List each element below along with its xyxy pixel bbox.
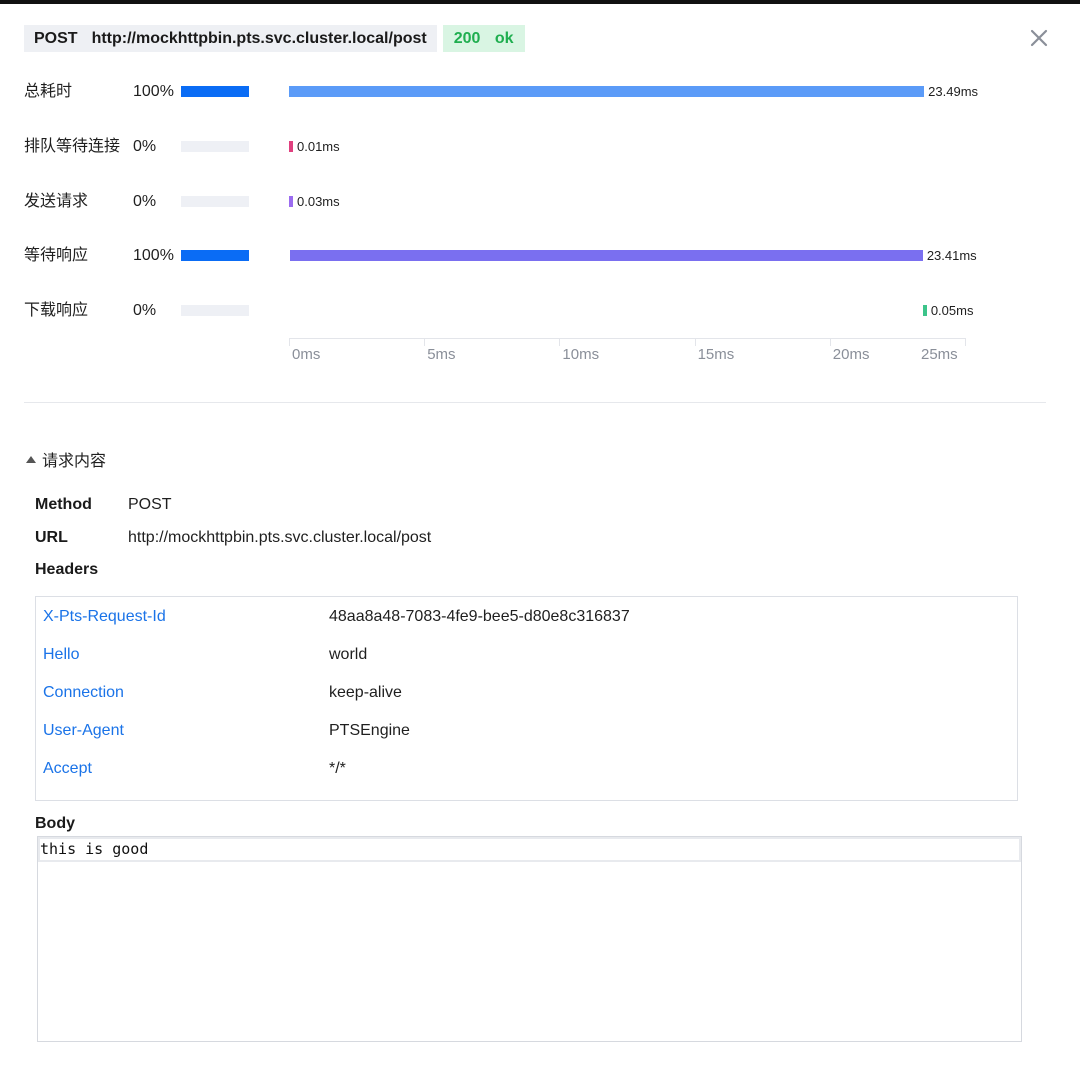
header-key[interactable]: User-Agent <box>43 721 124 741</box>
header-row: Hello world <box>36 645 1017 665</box>
request-summary: POST http://mockhttpbin.pts.svc.cluster.l… <box>24 25 525 52</box>
timeline-row-send: 发送请求 0% 0.03ms <box>0 192 1080 212</box>
axis-tick <box>289 338 290 346</box>
percent-bar-fill <box>181 250 249 261</box>
axis-tick-label: 0ms <box>292 346 321 363</box>
timeline-bar <box>289 250 923 261</box>
timeline-percent: 100% <box>133 247 174 264</box>
header-value: keep-alive <box>329 684 402 701</box>
timeline-label: 排队等待连接 <box>24 138 121 155</box>
axis-tick <box>694 338 696 346</box>
axis-tick <box>559 338 561 346</box>
header-value: */* <box>329 760 346 777</box>
body-label: Body <box>35 815 75 832</box>
timeline-bar <box>922 305 927 316</box>
timeline-bar <box>289 141 293 152</box>
status-badge: 200 ok <box>442 25 525 52</box>
timeline-row-queue: 排队等待连接 0% 0.01ms <box>0 137 1080 157</box>
timeline-value: 0.01ms <box>297 139 340 154</box>
header-key[interactable]: Connection <box>43 683 124 703</box>
axis-tick <box>829 338 831 346</box>
header-key[interactable]: Accept <box>43 759 92 779</box>
timeline-percent: 0% <box>133 193 157 210</box>
axis-line <box>289 338 965 339</box>
timeline-row-total: 总耗时 100% 23.49ms <box>0 82 1080 102</box>
timeline-percent: 100% <box>133 83 174 100</box>
header-key[interactable]: X-Pts-Request-Id <box>43 607 166 627</box>
request-tag: POST http://mockhttpbin.pts.svc.cluster.l… <box>24 25 437 52</box>
timeline-value: 23.49ms <box>928 84 979 99</box>
axis-tick-label: 20ms <box>832 346 870 363</box>
body-text: this is good <box>40 840 149 858</box>
header-value: world <box>329 646 368 663</box>
timeline-label: 下载响应 <box>24 302 89 319</box>
axis-tick-label: 5ms <box>427 346 456 363</box>
axis-tick-label: 10ms <box>562 346 600 363</box>
url-value: http://mockhttpbin.pts.svc.cluster.local… <box>128 529 432 546</box>
timeline-bar <box>289 86 925 97</box>
axis-tick-label: 25ms <box>921 346 958 363</box>
header-value: 48aa8a48-7083-4fe9-bee5-d80e8c316837 <box>329 608 630 625</box>
percent-bar <box>181 305 249 316</box>
body-current-line <box>38 837 1021 862</box>
timeline-value: 23.41ms <box>926 248 977 263</box>
header-value: PTSEngine <box>329 722 410 739</box>
header-row: User-Agent PTSEngine <box>36 721 1017 741</box>
method-key: Method <box>35 496 92 513</box>
timeline-label: 总耗时 <box>24 83 73 100</box>
timeline-row-wait: 等待响应 100% 23.41ms <box>0 246 1080 266</box>
percent-bar <box>181 86 249 97</box>
percent-bar <box>181 250 249 261</box>
timeline-value: 0.05ms <box>930 303 974 318</box>
timeline-value: 0.03ms <box>297 194 340 209</box>
close-button[interactable] <box>1026 25 1052 51</box>
timeline-label: 发送请求 <box>24 193 89 210</box>
header-key[interactable]: Hello <box>43 645 79 665</box>
section-divider <box>24 402 1046 403</box>
timeline-percent: 0% <box>133 302 157 319</box>
triangle-up-icon <box>26 455 36 463</box>
headers-label: Headers <box>35 561 99 578</box>
header-row: Connection keep-alive <box>36 683 1017 703</box>
axis-tick-label: 15ms <box>697 346 735 363</box>
top-border <box>0 0 1080 4</box>
header-row: X-Pts-Request-Id 48aa8a48-7083-4fe9-bee5… <box>36 607 1017 627</box>
timeline-percent: 0% <box>133 138 157 155</box>
request-method: POST <box>34 30 78 47</box>
axis-tick <box>965 338 966 346</box>
header-row: Accept */* <box>36 759 1017 779</box>
timeline-row-download: 下载响应 0% 0.05ms <box>0 301 1080 321</box>
section-title: 请求内容 <box>42 453 107 470</box>
request-content-toggle[interactable]: 请求内容 <box>26 448 106 470</box>
headers-table: X-Pts-Request-Id 48aa8a48-7083-4fe9-bee5… <box>35 596 1018 801</box>
percent-bar <box>181 196 249 207</box>
timeline-label: 等待响应 <box>24 247 89 264</box>
url-key: URL <box>35 529 68 546</box>
body-editor[interactable]: this is good <box>37 836 1022 1042</box>
close-icon <box>1030 29 1048 47</box>
timeline-bar <box>289 196 293 207</box>
axis-tick <box>424 338 426 346</box>
percent-bar <box>181 141 249 152</box>
request-url: http://mockhttpbin.pts.svc.cluster.local… <box>91 30 427 47</box>
percent-bar-fill <box>181 86 249 97</box>
method-value: POST <box>128 496 172 513</box>
